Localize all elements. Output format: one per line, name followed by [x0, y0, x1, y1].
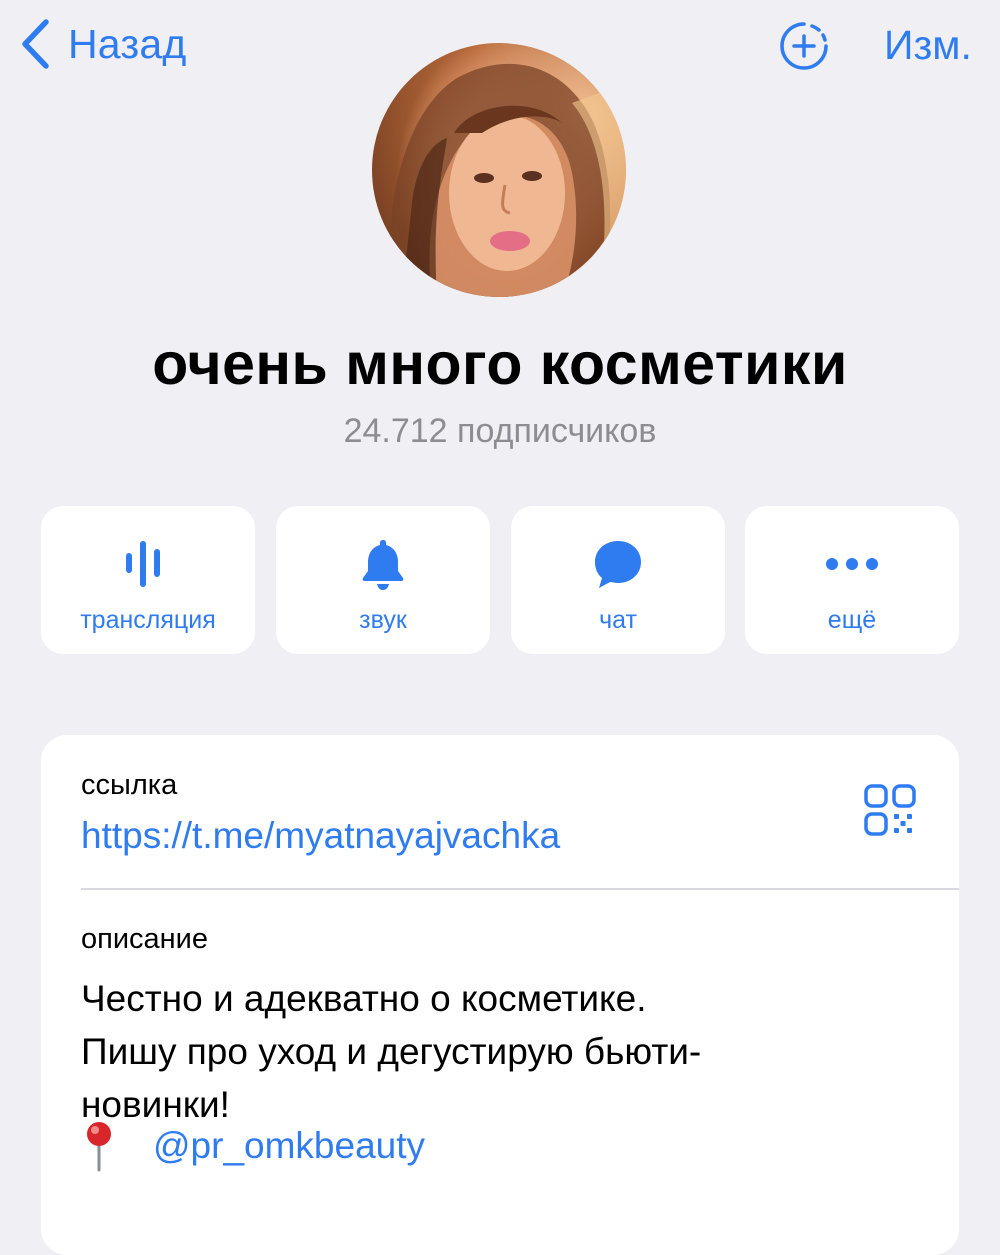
chevron-left-icon: [22, 19, 49, 69]
back-label: Назад: [68, 20, 187, 67]
divider: [81, 888, 959, 890]
channel-avatar[interactable]: [372, 43, 626, 297]
description-label: описание: [81, 923, 209, 955]
add-story-icon[interactable]: [778, 20, 830, 72]
qr-code-icon[interactable]: [863, 783, 917, 837]
more-label: ещё: [827, 606, 877, 634]
broadcast-icon: [126, 541, 160, 587]
chat-label: чат: [599, 606, 637, 634]
broadcast-label: трансляция: [80, 606, 216, 634]
more-button[interactable]: ещё: [745, 506, 959, 654]
broadcast-button[interactable]: трансляция: [41, 506, 255, 654]
channel-title: очень много косметики: [152, 331, 848, 397]
edit-button[interactable]: Изм.: [884, 22, 972, 69]
chat-bubble-icon: [595, 541, 641, 588]
description-line: Пишу про уход и дегустирую бьюти-: [81, 1031, 702, 1072]
subscriber-count: 24.712 подписчиков: [343, 412, 657, 450]
channel-link[interactable]: https://t.me/myatnayajvachka: [81, 815, 560, 857]
description-text: Честно и адекватно о косметике. Пишу про…: [81, 972, 931, 1131]
link-label: ссылка: [81, 769, 178, 801]
bell-icon: [362, 540, 404, 590]
sound-button[interactable]: звук: [276, 506, 490, 654]
description-line: Честно и адекватно о косметике.: [81, 978, 647, 1019]
description-contact: @pr_omkbeauty: [81, 1120, 425, 1172]
contact-handle-link[interactable]: @pr_omkbeauty: [153, 1125, 425, 1167]
sound-label: звук: [359, 606, 407, 634]
back-button[interactable]: Назад: [18, 16, 186, 72]
avatar-portrait: [389, 63, 626, 297]
round-pushpin-icon: [87, 1122, 111, 1172]
action-buttons: трансляция звук чат ещё: [41, 506, 959, 654]
more-dots-icon: [826, 558, 878, 570]
channel-info-card: ссылка https://t.me/myatnayajvachka опис…: [41, 735, 959, 1255]
chat-button[interactable]: чат: [511, 506, 725, 654]
